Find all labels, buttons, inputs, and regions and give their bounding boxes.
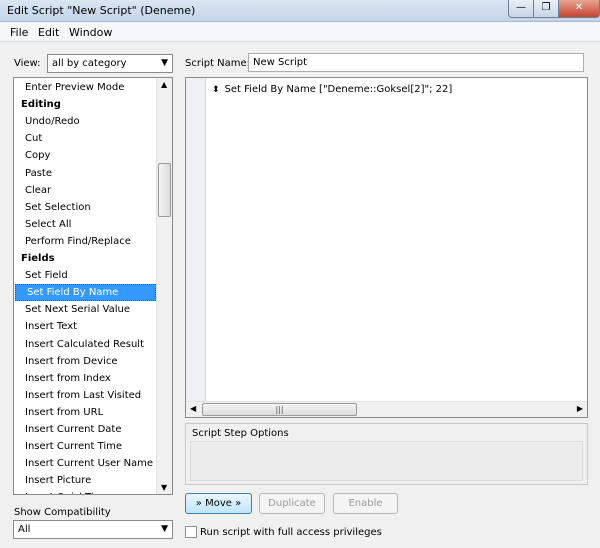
full-access-checkbox[interactable]	[185, 526, 197, 538]
duplicate-button[interactable]: Duplicate	[259, 493, 325, 514]
step-item[interactable]: Undo/Redo	[14, 113, 156, 130]
step-item[interactable]: Set Next Serial Value	[14, 301, 156, 318]
step-item[interactable]: Paste	[14, 165, 156, 182]
menu-bar: File Edit Window	[0, 22, 600, 42]
script-name-value: New Script	[253, 57, 307, 68]
step-item[interactable]: Perform Find/Replace	[14, 233, 156, 250]
full-access-label: Run script with full access privileges	[200, 527, 382, 538]
hscroll-thumb[interactable]: |||	[202, 403, 357, 416]
chevron-down-icon: ▼	[161, 524, 168, 534]
view-label: View:	[14, 58, 41, 69]
script-name-label: Script Name:	[185, 58, 251, 69]
step-list-scrollbar[interactable]: ▲ ▼	[156, 78, 172, 494]
script-step-list[interactable]: Enter Preview Mode Editing Undo/Redo Cut Cop…	[13, 77, 173, 495]
view-select-value: all by category	[52, 58, 127, 69]
step-item[interactable]: Insert Current User Name	[14, 455, 156, 472]
step-item[interactable]: Set Selection	[14, 199, 156, 216]
chevron-down-icon: ▼	[161, 58, 168, 68]
step-item[interactable]: Set Field By Name	[15, 284, 156, 302]
step-item[interactable]: Insert from Device	[14, 353, 156, 370]
script-editor[interactable]: ⬍ Set Field By Name ["Deneme::Goksel[2]";…	[185, 77, 588, 418]
scroll-up-icon[interactable]: ▲	[161, 80, 167, 89]
scroll-left-icon[interactable]: ◀	[190, 404, 196, 413]
script-name-input[interactable]: New Script	[248, 53, 584, 72]
step-item[interactable]: Insert Calculated Result	[14, 336, 156, 353]
script-line[interactable]: ⬍ Set Field By Name ["Deneme::Goksel[2]";…	[212, 84, 452, 95]
step-item[interactable]: Insert Picture	[14, 472, 156, 489]
script-line-text: Set Field By Name ["Deneme::Goksel[2]"; …	[224, 84, 453, 95]
step-item[interactable]: Cut	[14, 130, 156, 147]
minimize-button[interactable]: —	[508, 0, 534, 18]
close-button[interactable]: ✕	[558, 0, 600, 18]
editor-gutter	[186, 78, 206, 401]
step-item[interactable]: Insert Current Date	[14, 421, 156, 438]
step-category: Fields	[21, 253, 55, 264]
step-item[interactable]: Select All	[14, 216, 156, 233]
step-item[interactable]: Insert Current Time	[14, 438, 156, 455]
move-button[interactable]: » Move »	[185, 493, 252, 514]
step-item[interactable]: Copy	[14, 147, 156, 164]
view-select[interactable]: all by category ▼	[47, 54, 173, 73]
title-bar: Edit Script "New Script" (Deneme) — ❐ ✕	[0, 0, 600, 22]
step-item[interactable]: Insert QuickTime	[14, 489, 156, 494]
editor-hscrollbar[interactable]: ◀ ||| ▶	[186, 401, 587, 417]
window-title: Edit Script "New Script" (Deneme)	[7, 4, 196, 17]
step-item[interactable]: Set Field	[14, 267, 156, 284]
step-item[interactable]: Insert from Index	[14, 370, 156, 387]
menu-edit[interactable]: Edit	[38, 26, 59, 39]
step-item[interactable]: Insert from URL	[14, 404, 156, 421]
step-item[interactable]: Insert Text	[14, 318, 156, 335]
enable-button[interactable]: Enable	[333, 493, 398, 514]
scroll-thumb[interactable]	[158, 163, 171, 217]
step-item[interactable]: Clear	[14, 182, 156, 199]
compat-select-value: All	[18, 524, 31, 535]
script-step-options: Script Step Options	[185, 423, 588, 485]
step-category: Editing	[21, 99, 61, 111]
menu-file[interactable]: File	[10, 26, 28, 39]
step-item[interactable]: Insert from Last Visited	[14, 387, 156, 404]
options-panel	[190, 441, 583, 481]
scroll-down-icon[interactable]: ▼	[161, 483, 167, 492]
compat-label: Show Compatibility	[14, 507, 111, 518]
menu-window[interactable]: Window	[69, 26, 112, 39]
maximize-button[interactable]: ❐	[533, 0, 559, 18]
step-item[interactable]: Enter Preview Mode	[14, 79, 156, 96]
options-label: Script Step Options	[192, 428, 289, 439]
compat-select[interactable]: All ▼	[13, 520, 173, 539]
move-handle-icon[interactable]: ⬍	[212, 85, 220, 95]
scroll-right-icon[interactable]: ▶	[577, 404, 583, 413]
